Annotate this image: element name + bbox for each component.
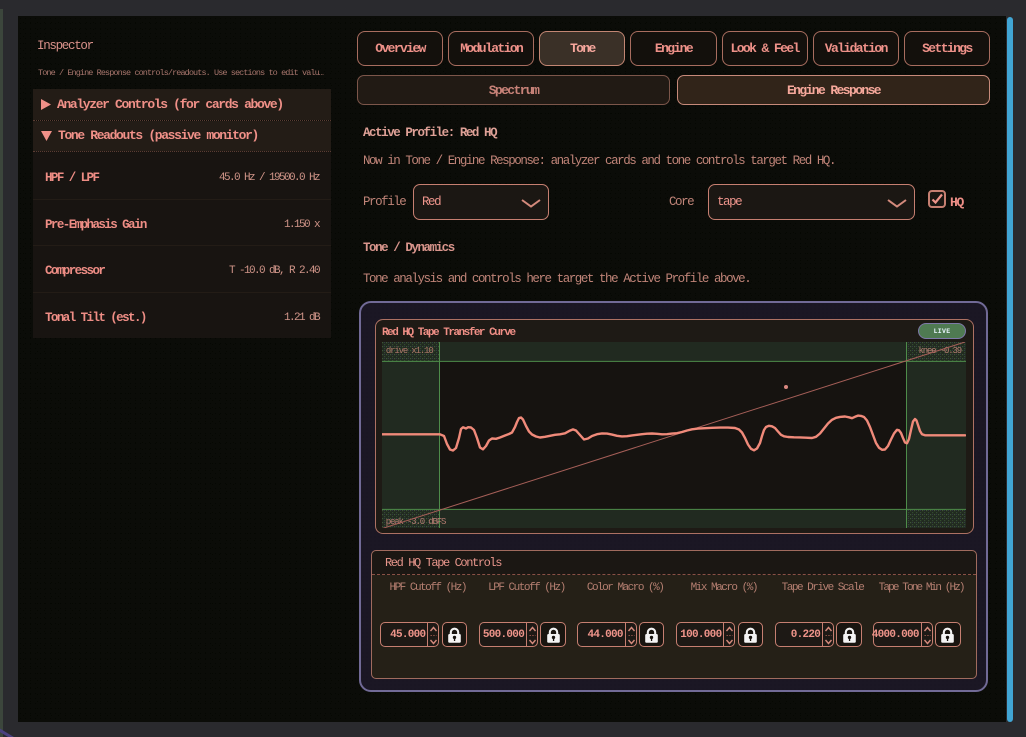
svg-text:peak -3.0 dBFS: peak -3.0 dBFS <box>386 517 446 527</box>
svg-text:drive x1.10: drive x1.10 <box>386 346 434 356</box>
